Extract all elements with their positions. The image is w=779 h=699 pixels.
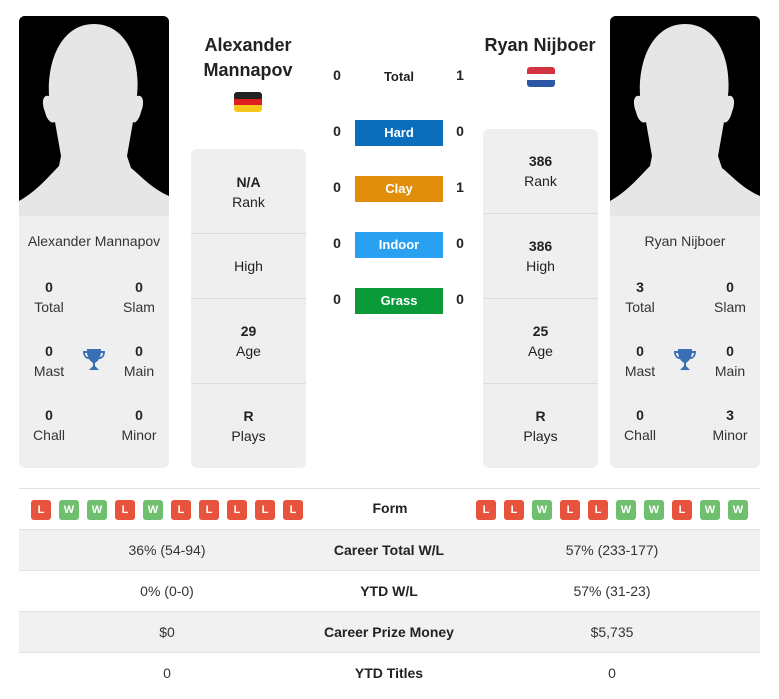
form-loss-badge[interactable]: L (227, 500, 247, 520)
ytd-wl-p1: 0% (0-0) (140, 583, 194, 599)
h2h-indoor-p1: 0 (333, 235, 341, 251)
form-loss-badge[interactable]: L (171, 500, 191, 520)
form-win-badge[interactable]: W (87, 500, 107, 520)
h2h-total-label: Total (383, 69, 415, 84)
form-loss-badge[interactable]: L (31, 500, 51, 520)
avatar-silhouette-icon (19, 16, 169, 216)
ytd-wl-p2: 57% (31-23) (573, 583, 651, 599)
form-loss-badge[interactable]: L (588, 500, 608, 520)
table-row: 36% (54-94) Career Total W/L 57% (233-17… (19, 530, 760, 570)
h2h-hard-p1: 0 (333, 123, 341, 139)
table-row: 0% (0-0) YTD W/L 57% (31-23) (19, 571, 760, 611)
h2h-hard-p2: 0 (456, 123, 464, 139)
player2-photo[interactable] (610, 16, 760, 216)
player2-titles-main: 0 Main (714, 343, 746, 379)
form-win-badge[interactable]: W (532, 500, 552, 520)
player1-photo[interactable] (19, 16, 169, 216)
player2-titles-mast: 0 Mast (624, 343, 656, 379)
player1-plays: R Plays (231, 408, 266, 444)
surface-hard[interactable]: Hard (355, 120, 443, 146)
form-win-badge[interactable]: W (700, 500, 720, 520)
player2-name[interactable]: Ryan Nijboer (476, 33, 604, 58)
netherlands-flag-icon (527, 67, 555, 87)
surface-indoor[interactable]: Indoor (355, 232, 443, 258)
surface-grass[interactable]: Grass (355, 288, 443, 314)
h2h-grass-p1: 0 (333, 291, 341, 307)
form-win-badge[interactable]: W (728, 500, 748, 520)
form-loss-badge[interactable]: L (672, 500, 692, 520)
player1-high: High (234, 258, 263, 274)
h2h-grass-p2: 0 (456, 291, 464, 307)
player1-card-name: Alexander Mannapov (27, 233, 161, 249)
form-win-badge[interactable]: W (59, 500, 79, 520)
prize-money-label: Career Prize Money (324, 624, 454, 640)
avatar-silhouette-icon (610, 16, 760, 216)
player1-titles-main: 0 Main (123, 343, 155, 379)
player1-titles-total: 0 Total (34, 279, 64, 315)
player2-titles-slam: 0 Slam (714, 279, 746, 315)
player2-card-name: Ryan Nijboer (644, 233, 726, 249)
player1-titles-slam: 0 Slam (123, 279, 155, 315)
player1-rank: N/A Rank (232, 174, 265, 210)
form-loss-badge[interactable]: L (255, 500, 275, 520)
player2-titles-minor: 3 Minor (712, 407, 748, 443)
player2-rank: 386 Rank (524, 153, 557, 189)
career-wl-p2: 57% (233-177) (565, 542, 659, 558)
player2-high: 386 High (526, 238, 555, 274)
form-loss-badge[interactable]: L (115, 500, 135, 520)
table-row: $0 Career Prize Money $5,735 (19, 612, 760, 652)
prize-money-p2: $5,735 (590, 624, 634, 640)
h2h-clay-p1: 0 (333, 179, 341, 195)
player2-plays: R Plays (523, 408, 558, 444)
form-loss-badge[interactable]: L (560, 500, 580, 520)
h2h-clay-p2: 1 (456, 179, 464, 195)
form-win-badge[interactable]: W (616, 500, 636, 520)
trophy-icon (672, 347, 698, 373)
career-wl-p1: 36% (54-94) (128, 542, 206, 558)
player2-titles-total: 3 Total (625, 279, 655, 315)
h2h-total-p2: 1 (456, 67, 464, 83)
ytd-titles-p1: 0 (163, 665, 171, 681)
form-loss-badge[interactable]: L (504, 500, 524, 520)
form-label: Form (372, 500, 408, 516)
player1-card: Alexander Mannapov 0 Total 0 Slam 0 Mast… (19, 16, 169, 468)
h2h-indoor-p2: 0 (456, 235, 464, 251)
form-win-badge[interactable]: W (143, 500, 163, 520)
player1-info-panel: N/A Rank High 29 Age R Plays (191, 149, 306, 468)
player2-info-panel: 386 Rank 386 High 25 Age R Plays (483, 129, 598, 468)
player1-titles-chall: 0 Chall (33, 407, 65, 443)
table-row: 0 YTD Titles 0 (19, 653, 760, 693)
ytd-titles-label: YTD Titles (354, 665, 424, 681)
player1-titles-minor: 0 Minor (121, 407, 157, 443)
career-wl-label: Career Total W/L (333, 542, 445, 558)
germany-flag-icon (234, 92, 262, 112)
form-loss-badge[interactable]: L (476, 500, 496, 520)
form-loss-badge[interactable]: L (199, 500, 219, 520)
player2-age: 25 Age (528, 323, 553, 359)
ytd-titles-p2: 0 (608, 665, 616, 681)
player1-age: 29 Age (236, 323, 261, 359)
player2-titles-chall: 0 Chall (624, 407, 656, 443)
h2h-total-p1: 0 (333, 67, 341, 83)
player1-titles-mast: 0 Mast (33, 343, 65, 379)
prize-money-p1: $0 (159, 624, 175, 640)
form-loss-badge[interactable]: L (283, 500, 303, 520)
trophy-icon (81, 347, 107, 373)
player2-card: Ryan Nijboer 3 Total 0 Slam 0 Mast 0 Mai… (610, 16, 760, 468)
form-win-badge[interactable]: W (644, 500, 664, 520)
ytd-wl-label: YTD W/L (360, 583, 418, 599)
player1-name[interactable]: Alexander Mannapov (180, 33, 316, 83)
surface-clay[interactable]: Clay (355, 176, 443, 202)
